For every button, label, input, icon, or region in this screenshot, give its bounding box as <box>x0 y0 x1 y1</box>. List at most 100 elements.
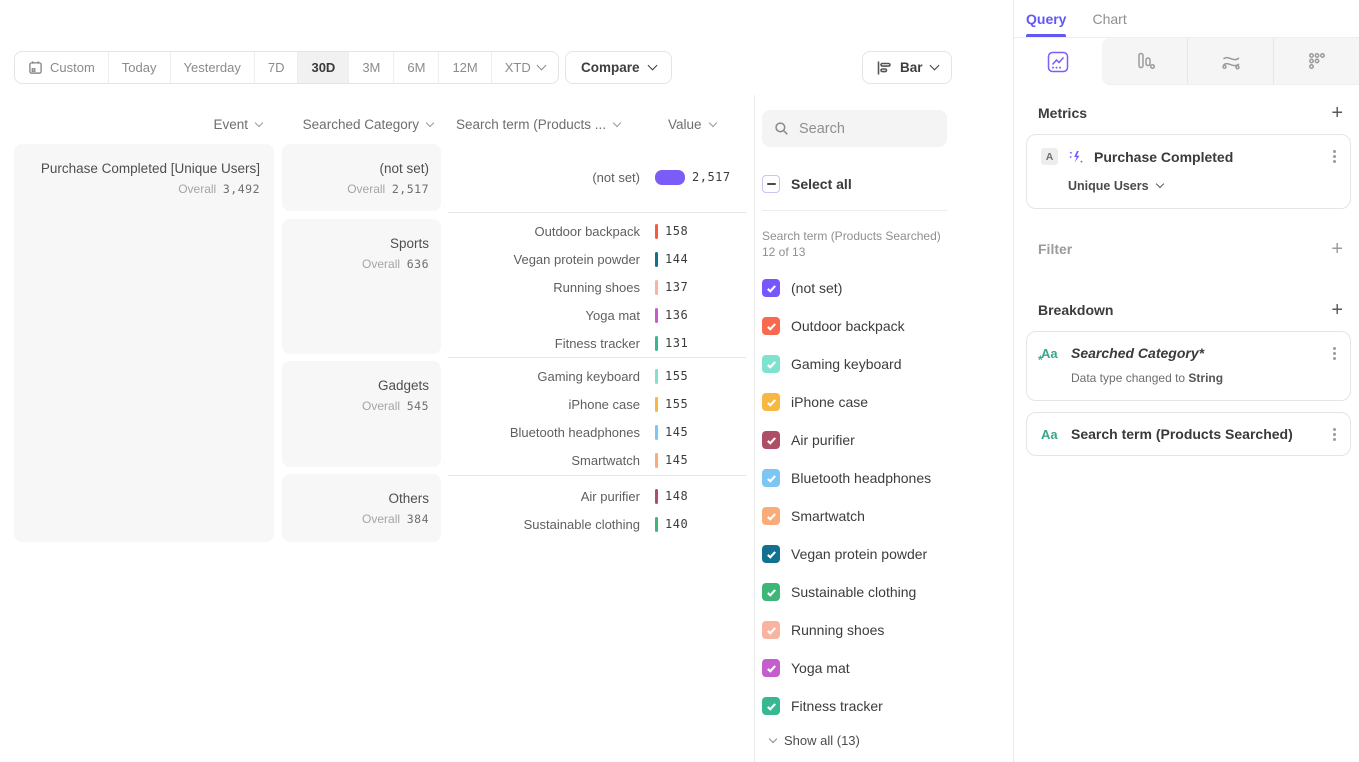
checked-checkbox-icon[interactable] <box>762 545 780 563</box>
date-range-button[interactable]: 3M <box>349 52 394 83</box>
term-row[interactable]: Vegan protein powder 144 <box>448 245 746 273</box>
filter-list-item[interactable]: iPhone case <box>762 383 931 421</box>
term-row[interactable]: Sustainable clothing 140 <box>448 510 746 538</box>
tab-funnels[interactable] <box>1102 38 1188 84</box>
tab-query[interactable]: Query <box>1026 0 1066 37</box>
tab-flows[interactable] <box>1188 38 1274 84</box>
category-name: Sports <box>282 236 429 251</box>
breakdown-card[interactable]: Aa Search term (Products Searched) <box>1026 412 1351 456</box>
term-row[interactable]: Smartwatch 145 <box>448 446 746 474</box>
insights-icon <box>1047 51 1069 73</box>
term-label: iPhone case <box>448 397 655 412</box>
value-cell: 158 <box>655 224 746 239</box>
checked-checkbox-icon[interactable] <box>762 279 780 297</box>
term-row[interactable]: (not set) 2,517 <box>448 163 746 191</box>
category-overall: Overall 2,517 <box>282 182 429 196</box>
breakdown-heading: Breakdown <box>1038 302 1113 318</box>
column-header-value[interactable]: Value <box>668 117 716 132</box>
checked-checkbox-icon[interactable] <box>762 393 780 411</box>
show-all-link[interactable]: Show all (13) <box>770 733 860 748</box>
filter-list-item[interactable]: Vegan protein powder <box>762 535 931 573</box>
filter-item-label: Air purifier <box>791 432 855 448</box>
checked-checkbox-icon[interactable] <box>762 355 780 373</box>
show-all-label: Show all (13) <box>784 733 860 748</box>
term-group: Air purifier 148 Sustainable clothing 14… <box>448 475 746 544</box>
term-row[interactable]: Running shoes 137 <box>448 273 746 301</box>
value-bar <box>655 224 658 239</box>
checked-checkbox-icon[interactable] <box>762 469 780 487</box>
date-range-button[interactable]: 30D <box>298 52 349 83</box>
breakdown-menu-button[interactable] <box>1333 347 1336 360</box>
filter-list-item[interactable]: Bluetooth headphones <box>762 459 931 497</box>
add-metric-button[interactable]: + <box>1331 103 1343 123</box>
filter-list-item[interactable]: Gaming keyboard <box>762 345 931 383</box>
tab-insights[interactable] <box>1014 38 1102 85</box>
term-row[interactable]: Bluetooth headphones 145 <box>448 418 746 446</box>
value-text: 137 <box>665 280 688 294</box>
category-cell[interactable]: (not set) Overall 2,517 <box>282 144 441 211</box>
date-range-label: 12M <box>452 60 477 75</box>
value-cell: 2,517 <box>655 170 746 185</box>
select-all-checkbox[interactable]: Select all <box>762 175 852 193</box>
filter-list-item[interactable]: Smartwatch <box>762 497 931 535</box>
filter-item-label: Gaming keyboard <box>791 356 902 372</box>
filter-list-item[interactable]: (not set) <box>762 269 931 307</box>
date-range-button[interactable]: 7D <box>255 52 299 83</box>
checked-checkbox-icon[interactable] <box>762 507 780 525</box>
add-breakdown-button[interactable]: + <box>1331 300 1343 320</box>
date-range-button[interactable]: 6M <box>394 52 439 83</box>
string-property-icon: Aa * <box>1041 346 1061 361</box>
term-row[interactable]: Air purifier 148 <box>448 482 746 510</box>
filter-list-item[interactable]: Fitness tracker <box>762 687 931 725</box>
checked-checkbox-icon[interactable] <box>762 317 780 335</box>
category-cell[interactable]: Gadgets Overall 545 <box>282 361 441 467</box>
category-overall: Overall 545 <box>282 399 429 413</box>
tab-retention[interactable] <box>1274 38 1359 84</box>
category-overall: Overall 384 <box>282 512 429 526</box>
tab-chart[interactable]: Chart <box>1092 0 1126 37</box>
compare-button[interactable]: Compare <box>565 51 672 84</box>
date-range-label: Yesterday <box>184 60 241 75</box>
column-header-search-term[interactable]: Search term (Products ... <box>456 117 620 132</box>
measure-selector[interactable]: Unique Users <box>1068 179 1336 193</box>
metric-event-name: Purchase Completed <box>1094 149 1323 165</box>
term-row[interactable]: Outdoor backpack 158 <box>448 217 746 245</box>
category-cell[interactable]: Sports Overall 636 <box>282 219 441 354</box>
term-row[interactable]: Yoga mat 136 <box>448 301 746 329</box>
term-row[interactable]: Fitness tracker 131 <box>448 329 746 357</box>
checked-checkbox-icon[interactable] <box>762 659 780 677</box>
checked-checkbox-icon[interactable] <box>762 431 780 449</box>
column-header-event[interactable]: Event <box>14 117 262 132</box>
term-group: (not set) 2,517 <box>448 144 746 212</box>
add-filter-button[interactable]: + <box>1331 239 1343 259</box>
date-range-button[interactable]: Today <box>109 52 171 83</box>
checked-checkbox-icon[interactable] <box>762 697 780 715</box>
filter-list-item[interactable]: Outdoor backpack <box>762 307 931 345</box>
filter-item-label: Bluetooth headphones <box>791 470 931 486</box>
date-range-button[interactable]: XTD <box>492 52 558 83</box>
date-range-button[interactable]: Custom <box>15 52 109 83</box>
date-range-button[interactable]: Yesterday <box>171 52 255 83</box>
term-row[interactable]: iPhone case 155 <box>448 390 746 418</box>
event-cell[interactable]: Purchase Completed [Unique Users] Overal… <box>14 144 274 542</box>
date-range-button[interactable]: 12M <box>439 52 491 83</box>
term-row[interactable]: Gaming keyboard 155 <box>448 362 746 390</box>
checked-checkbox-icon[interactable] <box>762 621 780 639</box>
metric-menu-button[interactable] <box>1333 150 1336 163</box>
chart-type-button[interactable]: Bar <box>862 51 952 84</box>
category-cell[interactable]: Others Overall 384 <box>282 474 441 542</box>
search-input[interactable]: Search <box>762 110 947 147</box>
filter-list-item[interactable]: Running shoes <box>762 611 931 649</box>
filter-list-item[interactable]: Air purifier <box>762 421 931 459</box>
metric-card[interactable]: A Purchase Completed Unique Users <box>1026 134 1351 209</box>
breakdown-card[interactable]: Aa * Searched Category* Data type change… <box>1026 331 1351 401</box>
checked-checkbox-icon[interactable] <box>762 583 780 601</box>
value-cell: 155 <box>655 397 746 412</box>
date-range-label: 7D <box>268 60 285 75</box>
breakdown-menu-button[interactable] <box>1333 428 1336 441</box>
value-text: 136 <box>665 308 688 322</box>
event-spark-icon <box>1068 149 1084 165</box>
filter-list-item[interactable]: Sustainable clothing <box>762 573 931 611</box>
column-header-searched-category[interactable]: Searched Category <box>282 117 433 132</box>
filter-list-item[interactable]: Yoga mat <box>762 649 931 687</box>
